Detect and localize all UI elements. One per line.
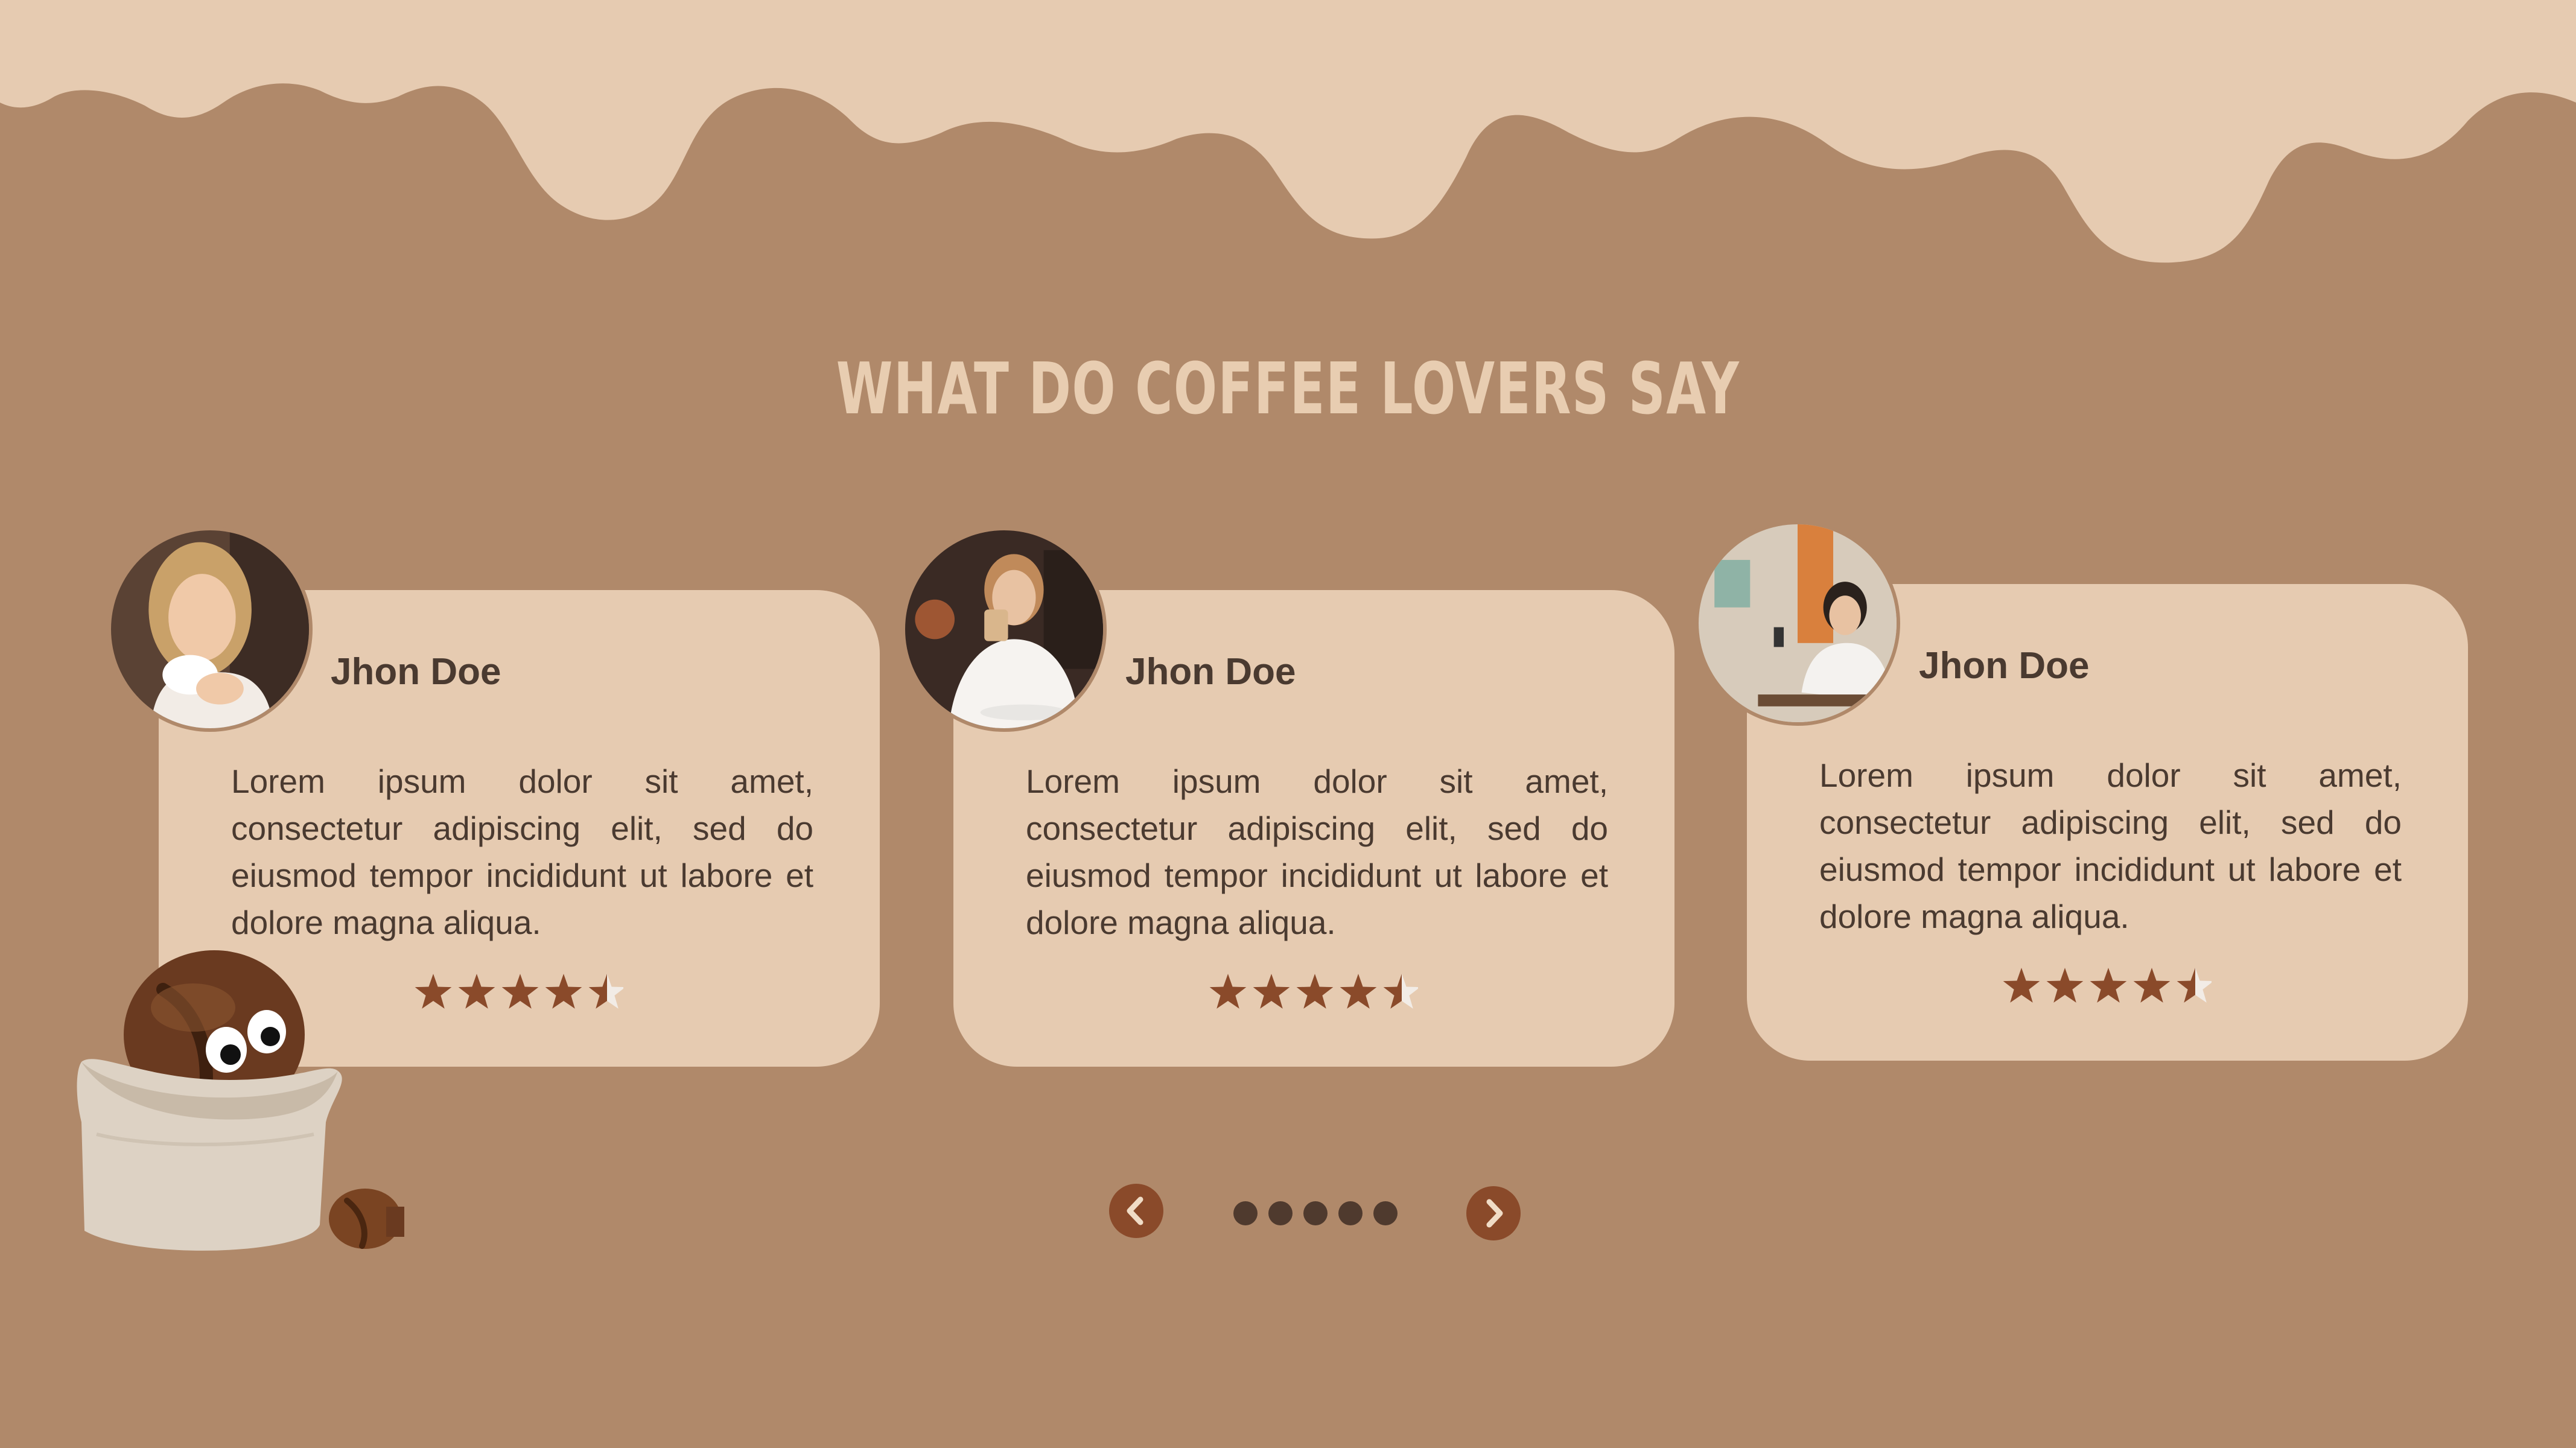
avatar (1695, 521, 1900, 726)
chevron-right-icon (1486, 1199, 1503, 1228)
star-rating (1207, 971, 1418, 1014)
avatar (107, 527, 313, 732)
star-filled-icon (2090, 968, 2127, 1003)
star-filled-icon (1253, 974, 1290, 1009)
reviewer-name: Jhon Doe (331, 651, 501, 693)
carousel-dot[interactable] (1233, 1201, 1258, 1225)
chevron-left-icon (1127, 1196, 1143, 1225)
star-filled-icon (1209, 974, 1247, 1009)
review-text: Lorem ipsum dolor sit amet, consectetur … (1026, 763, 1608, 941)
star-rating (412, 971, 623, 1014)
star-filled-icon (415, 974, 452, 1009)
carousel-dot[interactable] (1303, 1201, 1328, 1225)
avatar (902, 527, 1107, 732)
caramel-drip-header (0, 0, 2576, 263)
star-filled-icon (2046, 968, 2084, 1003)
star-filled-icon (2133, 968, 2171, 1003)
reviewer-name: Jhon Doe (1125, 651, 1296, 693)
star-filled-icon (545, 974, 582, 1009)
carousel-dot[interactable] (1373, 1201, 1398, 1225)
star-filled-icon (458, 974, 495, 1009)
star-rating (2000, 965, 2212, 1008)
star-filled-icon (1296, 974, 1334, 1009)
star-filled-icon (501, 974, 539, 1009)
coffee-bean-sack-mascot-icon (77, 950, 404, 1251)
star-filled-icon (1340, 974, 1377, 1009)
star-filled-icon (2003, 968, 2040, 1003)
woman-in-cafe-photo-icon (1699, 524, 1897, 722)
reviewer-name: Jhon Doe (1919, 645, 2090, 687)
woman-drinking-latte-photo-icon (905, 530, 1103, 728)
review-text: Lorem ipsum dolor sit amet, consectetur … (231, 763, 813, 941)
carousel-next-button[interactable] (1466, 1186, 1521, 1240)
woman-with-cup-photo-icon (111, 530, 309, 728)
page-title: WHAT DO COFFEE LOVERS SAY (836, 347, 1740, 430)
carousel-dot[interactable] (1338, 1201, 1363, 1225)
carousel-dot[interactable] (1268, 1201, 1293, 1225)
carousel-prev-button[interactable] (1109, 1184, 1163, 1238)
review-text: Lorem ipsum dolor sit amet, consectetur … (1819, 757, 2402, 935)
